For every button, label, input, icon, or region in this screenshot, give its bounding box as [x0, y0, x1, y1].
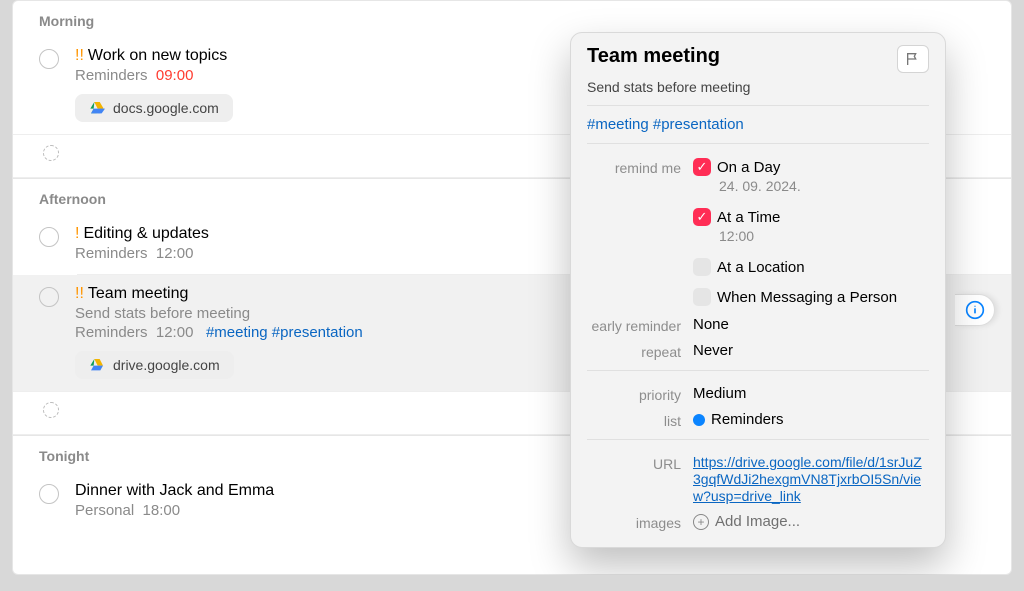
attachment-label: drive.google.com	[113, 357, 220, 373]
checkbox-on-icon: ✓	[693, 208, 711, 226]
task-title: Work on new topics	[88, 47, 227, 64]
task-time: 12:00	[156, 245, 194, 262]
add-image-button[interactable]: +Add Image...	[693, 513, 929, 530]
complete-checkbox[interactable]	[39, 287, 59, 307]
remind-time[interactable]: 12:00	[719, 228, 929, 244]
priority-indicator: !	[75, 225, 79, 242]
label-repeat: repeat	[587, 342, 681, 360]
checkbox-off-icon	[693, 288, 711, 306]
plus-circle-icon: +	[693, 514, 709, 530]
remind-at-location[interactable]: At a Location	[693, 258, 929, 276]
checkbox-on-icon: ✓	[693, 158, 711, 176]
task-details-popover: Team meeting Send stats before meeting #…	[570, 32, 946, 548]
label-priority: priority	[587, 385, 681, 403]
task-list-name: Reminders	[75, 245, 148, 262]
label-url: URL	[587, 454, 681, 472]
task-list-name: Personal	[75, 502, 134, 519]
remind-on-day[interactable]: ✓ On a Day	[693, 158, 929, 176]
label-list: list	[587, 411, 681, 429]
label-remind-me: remind me	[587, 158, 681, 176]
priority-indicator: !!	[75, 285, 84, 302]
priority-indicator: !!	[75, 47, 84, 64]
google-drive-icon	[89, 357, 105, 373]
value-list[interactable]: Reminders	[693, 411, 929, 428]
checkbox-off-icon	[693, 258, 711, 276]
remind-at-time[interactable]: ✓ At a Time	[693, 208, 929, 226]
value-url-link[interactable]: https://drive.google.com/file/d/1srJuZ3g…	[693, 454, 922, 504]
popover-subtitle[interactable]: Send stats before meeting	[587, 79, 929, 95]
google-drive-icon	[89, 100, 105, 116]
attachment-chip[interactable]: drive.google.com	[75, 351, 234, 379]
add-task-icon	[43, 402, 59, 418]
window-edge	[0, 575, 1024, 591]
value-early-reminder[interactable]: None	[693, 316, 929, 333]
flag-button[interactable]	[897, 45, 929, 73]
remind-when-messaging[interactable]: When Messaging a Person	[693, 288, 929, 306]
list-color-dot	[693, 414, 705, 426]
task-time: 09:00	[156, 67, 194, 84]
task-time: 18:00	[143, 502, 181, 519]
value-priority[interactable]: Medium	[693, 385, 929, 402]
label-early-reminder: early reminder	[587, 316, 681, 334]
task-list-name: Reminders	[75, 324, 148, 341]
remind-date[interactable]: 24. 09. 2024.	[719, 178, 929, 194]
task-list-name: Reminders	[75, 67, 148, 84]
task-tags[interactable]: #meeting #presentation	[206, 324, 363, 341]
task-title: Team meeting	[88, 285, 189, 302]
info-icon	[965, 300, 985, 320]
value-repeat[interactable]: Never	[693, 342, 929, 359]
complete-checkbox[interactable]	[39, 227, 59, 247]
attachment-chip[interactable]: docs.google.com	[75, 94, 233, 122]
popover-tags[interactable]: #meeting #presentation	[587, 116, 929, 133]
label-images: images	[587, 513, 681, 531]
info-button[interactable]	[955, 294, 995, 326]
flag-icon	[905, 51, 921, 67]
complete-checkbox[interactable]	[39, 484, 59, 504]
attachment-label: docs.google.com	[113, 100, 219, 116]
add-task-icon	[43, 145, 59, 161]
popover-title[interactable]: Team meeting	[587, 45, 720, 68]
complete-checkbox[interactable]	[39, 49, 59, 69]
task-title: Editing & updates	[83, 225, 208, 242]
task-time: 12:00	[156, 324, 194, 341]
task-title: Dinner with Jack and Emma	[75, 482, 274, 499]
